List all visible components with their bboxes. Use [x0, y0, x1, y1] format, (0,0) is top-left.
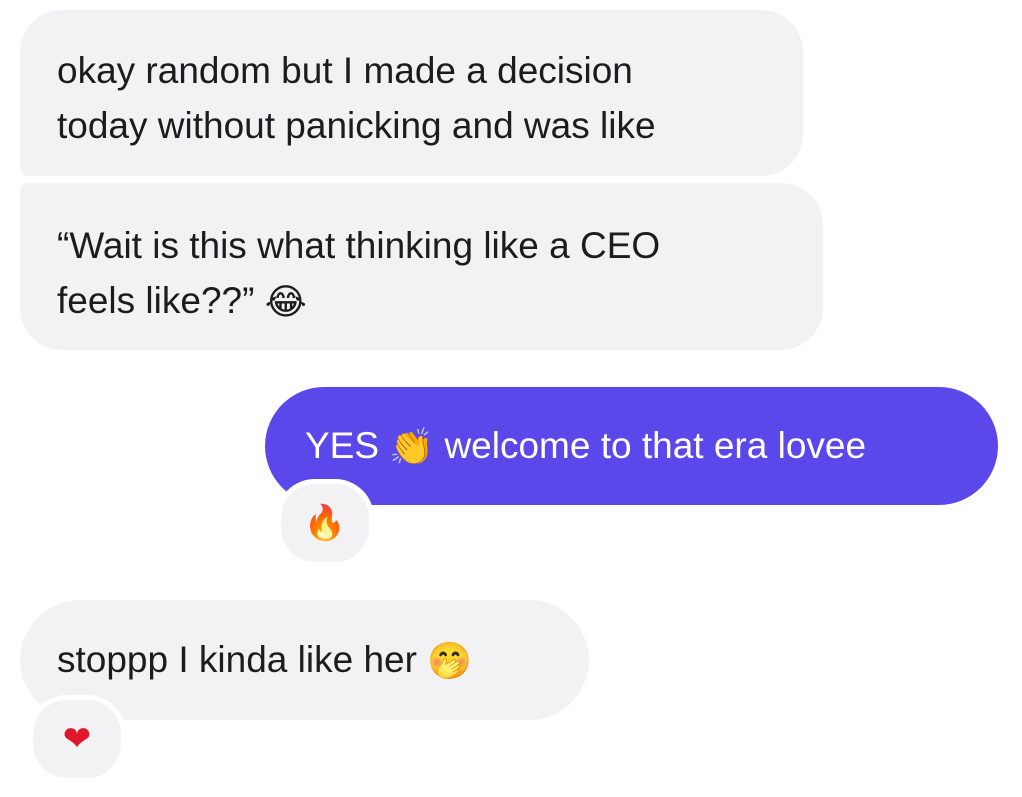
- hand-over-mouth-emoji-icon: 🤭: [427, 641, 473, 683]
- message-text-line: today without panicking and was like: [57, 105, 656, 146]
- red-heart-emoji-icon: ❤: [62, 719, 92, 759]
- chat-thread: okay random but I made a decision today …: [0, 0, 1022, 797]
- fire-emoji-icon: 🔥: [303, 503, 347, 543]
- message-text: feels like??”: [57, 280, 255, 321]
- message-text-line: okay random but I made a decision: [57, 50, 633, 91]
- laughing-tears-emoji-icon: 😂: [264, 282, 307, 324]
- outgoing-message-bubble[interactable]: YES 👏 welcome to that era lovee: [265, 387, 998, 505]
- message-text: YES: [305, 425, 380, 466]
- message-text-line: feels like??” 😂: [57, 273, 823, 328]
- clapping-hands-emoji-icon: 👏: [389, 427, 435, 469]
- incoming-message-bubble[interactable]: okay random but I made a decision today …: [20, 10, 803, 176]
- incoming-message-bubble[interactable]: “Wait is this what thinking like a CEO f…: [20, 183, 823, 350]
- message-reaction-badge[interactable]: ❤: [28, 695, 126, 783]
- message-text-line: stoppp I kinda like her 🤭: [57, 632, 589, 687]
- message-text-line: “Wait is this what thinking like a CEO: [57, 225, 661, 266]
- message-text-line: YES 👏 welcome to that era lovee: [305, 418, 998, 473]
- message-reaction-badge[interactable]: 🔥: [276, 479, 374, 567]
- message-text: welcome to that era lovee: [444, 425, 867, 466]
- message-text: stoppp I kinda like her: [57, 639, 417, 680]
